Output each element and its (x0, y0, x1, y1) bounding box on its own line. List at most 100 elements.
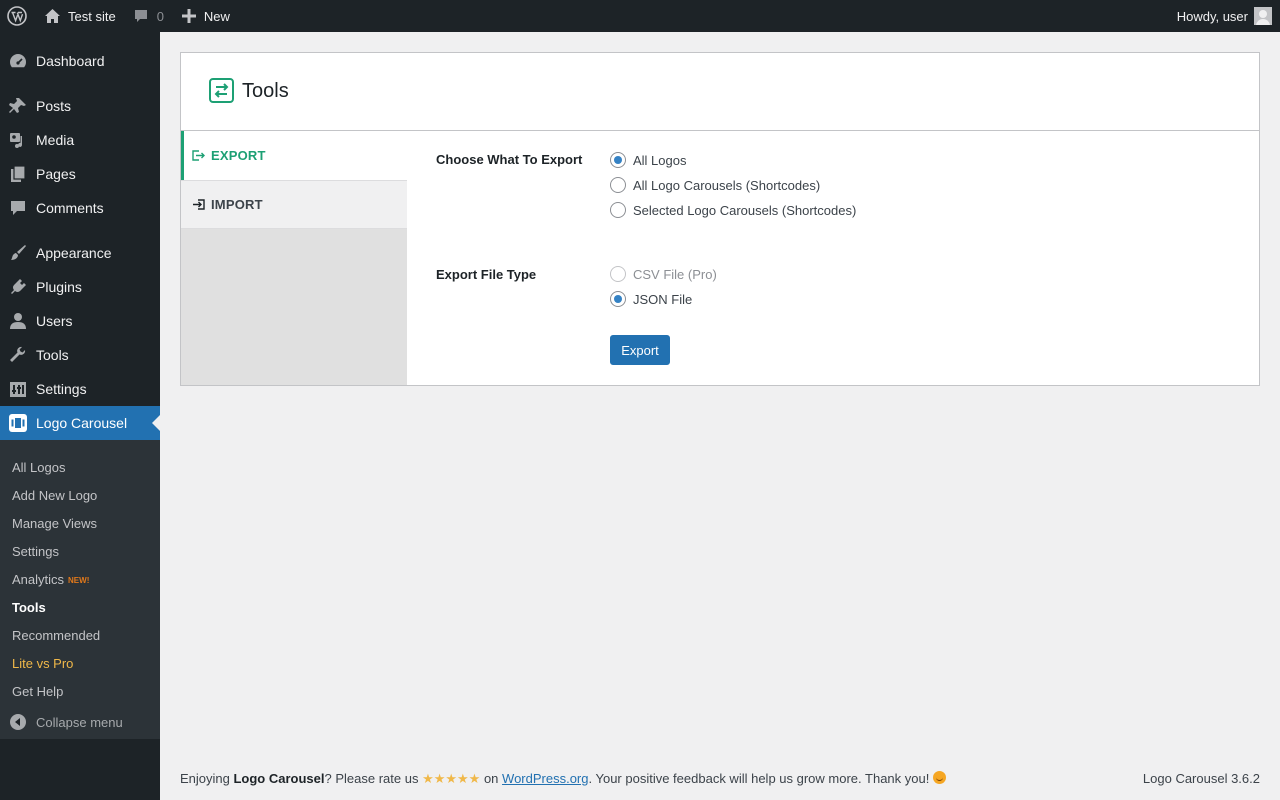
rating-stars[interactable]: ★★★★★ (422, 771, 480, 786)
sidebar-item-media[interactable]: Media (0, 123, 160, 157)
sidebar-item-dashboard[interactable]: Dashboard (0, 44, 160, 78)
footer-rating-text: Enjoying Logo Carousel? Please rate us ★… (180, 771, 946, 787)
submenu-analytics-label: Analytics (12, 572, 65, 587)
plugin-version: Logo Carousel 3.6.2 (1142, 771, 1260, 786)
dashboard-icon (0, 51, 36, 71)
site-name: Test site (68, 8, 116, 24)
sidebar-item-appearance[interactable]: Appearance (0, 236, 160, 270)
sidebar-item-label: Plugins (36, 279, 82, 295)
radio-all-logo-carousels[interactable]: All Logo Carousels (Shortcodes) (610, 177, 820, 193)
sidebar-item-label: Settings (36, 381, 87, 397)
tools-exchange-icon (209, 77, 234, 106)
choose-what-to-export-label: Choose What To Export (436, 152, 583, 167)
tab-import[interactable]: IMPORT (181, 180, 407, 229)
media-icon (0, 130, 36, 150)
submenu-settings[interactable]: Settings (12, 542, 59, 562)
sidebar-item-label: Media (36, 132, 75, 148)
submenu-analytics[interactable]: Analytics NEW! (12, 570, 89, 590)
sidebar-item-plugins[interactable]: Plugins (0, 270, 160, 304)
radio-label: All Logo Carousels (Shortcodes) (633, 177, 821, 193)
import-icon (192, 199, 205, 210)
page-title: Tools (242, 80, 289, 102)
radio-button[interactable] (610, 177, 626, 193)
plug-icon (0, 277, 36, 297)
submenu-get-help[interactable]: Get Help (12, 682, 63, 702)
radio-label: CSV File (Pro) (633, 266, 717, 282)
sidebar-item-tools[interactable]: Tools (0, 338, 160, 372)
submenu-all-logos[interactable]: All Logos (12, 458, 65, 478)
comments-link[interactable]: 0 (116, 0, 164, 32)
sidebar-item-settings[interactable]: Settings (0, 372, 160, 406)
radio-json-file[interactable]: JSON File (610, 291, 692, 307)
export-file-type-label: Export File Type (436, 267, 537, 282)
comments-count: 0 (156, 8, 164, 24)
footer-rate-us: ? Please rate us (324, 771, 423, 786)
admin-sidebar: Dashboard Posts Media Pages Comments App… (0, 32, 160, 800)
sidebar-item-label: Comments (36, 200, 104, 216)
export-button[interactable]: Export (610, 335, 670, 365)
tools-tabs: EXPORT IMPORT (181, 131, 407, 385)
brush-icon (0, 243, 36, 263)
radio-button[interactable] (610, 202, 626, 218)
logo-carousel-submenu: All Logos Add New Logo Manage Views Sett… (0, 440, 160, 739)
home-icon (44, 8, 61, 24)
tab-export[interactable]: EXPORT (181, 131, 407, 180)
new-label: New (203, 8, 230, 24)
radio-label: Selected Logo Carousels (Shortcodes) (633, 202, 857, 218)
pages-icon (0, 164, 36, 184)
footer-on: on (480, 771, 503, 786)
submenu-manage-views[interactable]: Manage Views (12, 514, 97, 534)
sidebar-item-label: Posts (36, 98, 72, 114)
submenu-tools[interactable]: Tools (12, 598, 46, 618)
radio-label: JSON File (633, 291, 693, 307)
user-icon (0, 311, 36, 331)
sidebar-item-label: Appearance (36, 245, 112, 261)
submenu-recommended[interactable]: Recommended (12, 626, 100, 646)
howdy-text: Howdy, user (1176, 8, 1248, 24)
panel-header: Tools (181, 53, 1259, 131)
submenu-add-new-logo[interactable]: Add New Logo (12, 486, 97, 506)
sidebar-item-label: Pages (36, 166, 76, 182)
radio-csv-file: CSV File (Pro) (610, 266, 717, 282)
submenu-lite-vs-pro[interactable]: Lite vs Pro (12, 654, 73, 674)
wordpress-logo-icon[interactable] (0, 0, 34, 32)
plus-icon (181, 9, 196, 23)
avatar (1254, 7, 1272, 25)
new-badge: NEW! (68, 575, 90, 585)
radio-button[interactable] (610, 291, 626, 307)
tab-label: IMPORT (211, 197, 263, 212)
footer-thanks: . Your positive feedback will help us gr… (588, 771, 933, 786)
sidebar-item-label: Logo Carousel (36, 415, 128, 431)
radio-selected-logo-carousels[interactable]: Selected Logo Carousels (Shortcodes) (610, 202, 856, 218)
smile-emoji-icon (932, 771, 946, 784)
sidebar-item-logo-carousel[interactable]: Logo Carousel (0, 406, 160, 440)
tab-label: EXPORT (211, 148, 266, 163)
sidebar-item-label: Users (36, 313, 73, 329)
comment-icon (133, 8, 149, 24)
sidebar-item-label: Tools (36, 347, 69, 363)
logo-carousel-icon (0, 413, 36, 433)
settings-icon (0, 379, 36, 399)
radio-all-logos[interactable]: All Logos (610, 152, 686, 168)
sidebar-item-posts[interactable]: Posts (0, 89, 160, 123)
footer-enjoying: Enjoying (180, 771, 234, 786)
wrench-icon (0, 345, 36, 365)
new-content-link[interactable]: New (164, 0, 230, 32)
sidebar-item-pages[interactable]: Pages (0, 157, 160, 191)
sidebar-item-comments[interactable]: Comments (0, 191, 160, 225)
my-account[interactable]: Howdy, user (1177, 0, 1280, 32)
tools-panel: Tools EXPORT IMPORT (180, 52, 1260, 386)
radio-label: All Logos (633, 152, 687, 168)
admin-bar: Test site 0 New Howdy, user (0, 0, 1280, 32)
collapse-menu-button[interactable]: Collapse menu (0, 709, 160, 735)
site-name-link[interactable]: Test site (34, 0, 116, 32)
export-icon (192, 150, 205, 161)
collapse-menu-label: Collapse menu (36, 714, 123, 730)
radio-button[interactable] (610, 152, 626, 168)
radio-button (610, 266, 626, 282)
wordpress-org-link[interactable]: WordPress.org (502, 771, 588, 786)
collapse-arrow-icon (0, 713, 36, 731)
sidebar-item-label: Dashboard (36, 53, 105, 69)
footer-plugin-name: Logo Carousel (233, 771, 325, 786)
sidebar-item-users[interactable]: Users (0, 304, 160, 338)
